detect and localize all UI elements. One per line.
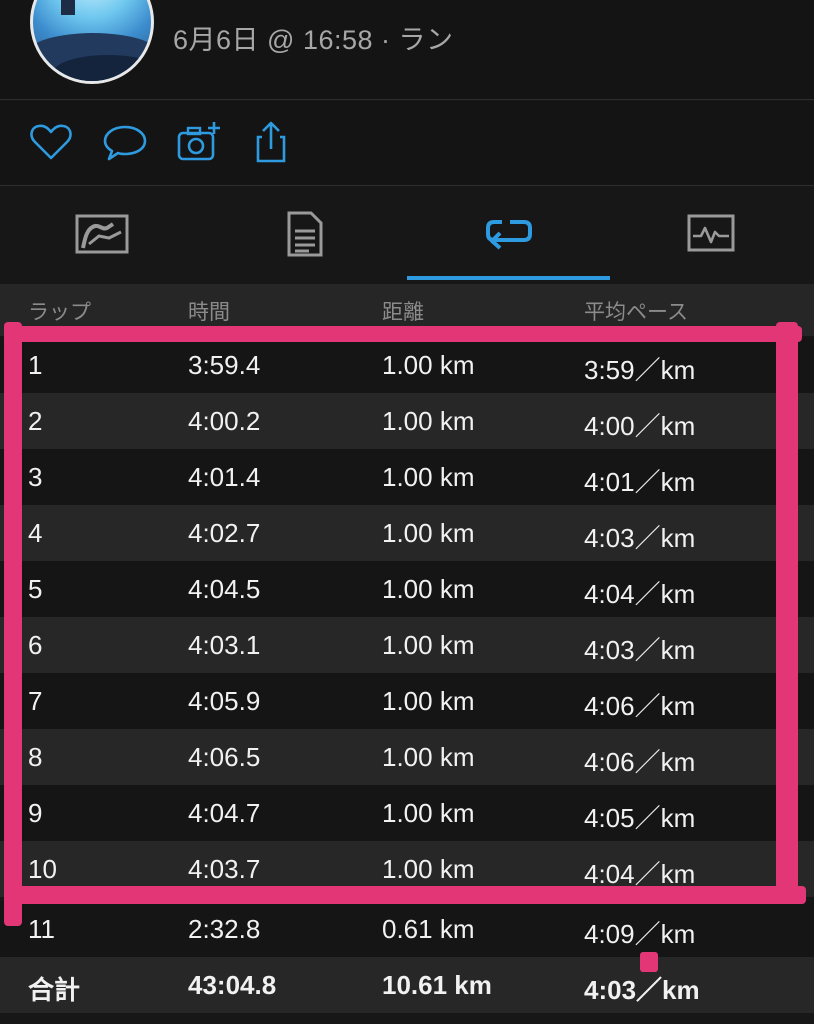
lap-number: 8 [28,742,43,772]
table-row: 7 4:05.9 1.00 km 4:06／km [0,673,814,729]
tab-laps[interactable] [406,187,609,281]
lap-pace: 4:01／km [584,467,696,497]
lap-distance: 1.00 km [382,406,475,436]
table-row: 2 4:00.2 1.00 km 4:00／km [0,393,814,449]
lap-number: 4 [28,518,43,548]
lap-pace: 4:00／km [584,411,696,441]
lap-time: 2:32.8 [188,914,261,944]
lap-pace: 4:03／km [584,635,696,665]
lap-pace: 4:03／km [584,523,696,553]
lap-pace: 4:09／km [584,919,696,949]
laps-icon [485,220,532,250]
document-icon [287,211,322,257]
lap-number: 3 [28,462,43,492]
lap-number: 10 [28,854,57,884]
map-icon [75,214,128,254]
lap-distance: 1.00 km [382,742,475,772]
total-pace: 4:03／km [584,975,700,1005]
avatar-tower-shape [61,0,75,15]
header-pace: 平均ペース [584,301,688,324]
lap-time: 4:01.4 [188,462,261,492]
table-row: 10 4:03.7 1.00 km 4:04／km [0,841,814,897]
lap-pace: 4:04／km [584,859,696,889]
lap-pace: 4:06／km [584,691,696,721]
laps-table-header: ラップ 時間 距離 平均ペース [0,284,814,336]
table-row: 3 4:01.4 1.00 km 4:01／km [0,449,814,505]
lap-distance: 1.00 km [382,350,475,380]
table-row: 1 3:59.4 1.00 km 3:59／km [0,337,814,393]
table-row-total: 合計 43:04.8 10.61 km 4:03／km [0,957,814,1013]
total-time: 43:04.8 [188,970,277,1000]
lap-time: 4:03.1 [188,630,261,660]
chart-icon [687,214,734,252]
tab-charts[interactable] [609,187,812,281]
tab-map[interactable] [0,187,203,281]
table-row: 5 4:04.5 1.00 km 4:04／km [0,561,814,617]
lap-time: 4:04.7 [188,798,261,828]
lap-time: 4:06.5 [188,742,261,772]
table-row: 8 4:06.5 1.00 km 4:06／km [0,729,814,785]
lap-number: 5 [28,574,43,604]
total-distance: 10.61 km [382,970,492,1000]
lap-distance: 1.00 km [382,854,475,884]
active-tab-indicator [407,276,610,280]
tab-bar [0,187,814,281]
activity-subtitle: 6月6日 @ 16:58 · ラン [173,25,454,55]
avatar[interactable] [30,0,154,84]
lap-number: 7 [28,686,43,716]
lap-distance: 1.00 km [382,798,475,828]
lap-time: 4:00.2 [188,406,261,436]
lap-time: 4:02.7 [188,518,261,548]
heart-icon[interactable] [28,119,74,165]
avatar-wave-shape-2 [53,55,151,81]
camera-plus-icon[interactable] [176,119,222,165]
lap-pace: 4:04／km [584,579,696,609]
lap-distance: 1.00 km [382,518,475,548]
lap-pace: 3:59／km [584,355,696,385]
share-icon[interactable] [248,119,294,165]
table-row: 9 4:04.7 1.00 km 4:05／km [0,785,814,841]
comment-icon[interactable] [102,119,148,165]
lap-number: 1 [28,350,43,380]
lap-distance: 1.00 km [382,630,475,660]
divider [0,99,814,100]
lap-number: 6 [28,630,43,660]
tab-details[interactable] [203,187,406,281]
lap-pace: 4:06／km [584,747,696,777]
table-row: 4 4:02.7 1.00 km 4:03／km [0,505,814,561]
table-row: 11 2:32.8 0.61 km 4:09／km [0,901,814,957]
action-bar [0,101,814,185]
header-distance: 距離 [382,301,424,324]
lap-distance: 0.61 km [382,914,475,944]
lap-pace: 4:05／km [584,803,696,833]
activity-header: 6月6日 @ 16:58 · ラン [0,0,814,100]
table-row: 6 4:03.1 1.00 km 4:03／km [0,617,814,673]
lap-time: 4:05.9 [188,686,261,716]
lap-distance: 1.00 km [382,574,475,604]
header-time: 時間 [188,301,230,324]
lap-time: 4:03.7 [188,854,261,884]
lap-number: 2 [28,406,43,436]
lap-number: 9 [28,798,43,828]
lap-time: 4:04.5 [188,574,261,604]
lap-distance: 1.00 km [382,462,475,492]
lap-number: 11 [28,914,55,944]
divider [0,185,814,186]
header-lap: ラップ [28,301,91,324]
lap-distance: 1.00 km [382,686,475,716]
lap-time: 3:59.4 [188,350,261,380]
total-label: 合計 [28,975,81,1005]
